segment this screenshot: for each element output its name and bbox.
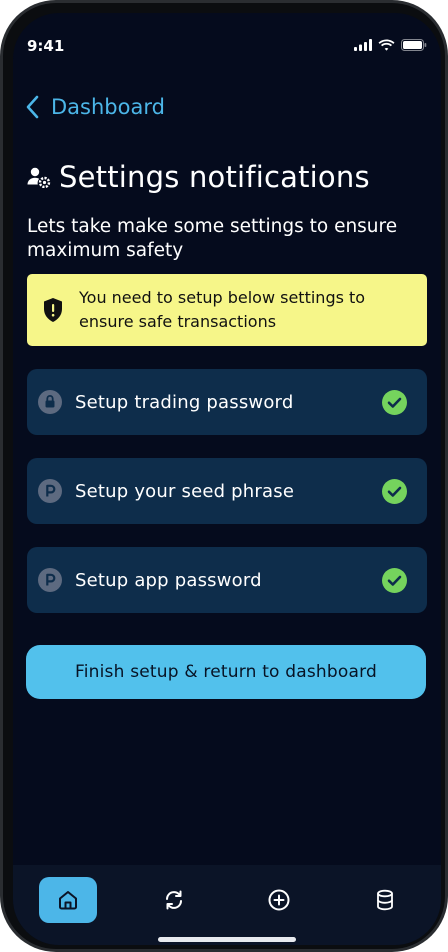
finish-setup-label: Finish setup & return to dashboard <box>75 662 377 682</box>
setting-label: Setup your seed phrase <box>75 480 295 502</box>
user-settings-icon <box>27 167 51 188</box>
shield-alert-icon <box>42 297 64 323</box>
check-circle-icon <box>382 390 407 415</box>
home-indicator <box>158 937 296 942</box>
finish-setup-button[interactable]: Finish setup & return to dashboard <box>26 645 426 699</box>
check-circle-icon <box>382 568 407 593</box>
signal-icon <box>354 39 372 51</box>
lock-icon <box>38 390 62 414</box>
status-bar: 9:41 <box>13 13 441 67</box>
nav-swap[interactable] <box>145 877 203 923</box>
device-bezel: 9:41 Dashboard Settings notifications Le… <box>3 3 445 949</box>
nav-database[interactable] <box>356 877 414 923</box>
setting-item-trading-password[interactable]: Setup trading password <box>27 369 427 435</box>
home-icon <box>59 891 77 910</box>
chevron-left-icon <box>26 95 39 119</box>
warning-banner: You need to setup below settings to ensu… <box>27 274 427 346</box>
warning-text: You need to setup below settings to ensu… <box>79 288 366 331</box>
p-badge-icon <box>38 479 62 503</box>
wifi-icon <box>378 39 395 51</box>
setting-label: Setup trading password <box>75 391 294 413</box>
page-header: Settings notifications <box>27 160 370 194</box>
setting-item-seed-phrase[interactable]: Setup your seed phrase <box>27 458 427 524</box>
nav-add[interactable] <box>250 877 308 923</box>
add-circle-icon <box>268 889 290 911</box>
p-badge-icon <box>38 568 62 592</box>
status-time: 9:41 <box>27 37 65 55</box>
database-icon <box>377 889 393 911</box>
setting-item-app-password[interactable]: Setup app password <box>27 547 427 613</box>
status-icons <box>354 39 427 51</box>
bottom-nav <box>13 865 441 945</box>
page-title: Settings notifications <box>59 160 370 194</box>
app-screen: 9:41 Dashboard Settings notifications Le… <box>13 13 441 945</box>
nav-home[interactable] <box>39 877 97 923</box>
device-frame: 9:41 Dashboard Settings notifications Le… <box>0 0 448 952</box>
back-button[interactable]: Dashboard <box>25 93 165 121</box>
battery-icon <box>401 39 427 51</box>
back-label: Dashboard <box>51 95 165 119</box>
page-subtitle: Lets take make some settings to ensure m… <box>27 216 398 261</box>
setting-label: Setup app password <box>75 569 262 591</box>
swap-icon <box>166 890 182 910</box>
check-circle-icon <box>382 479 407 504</box>
